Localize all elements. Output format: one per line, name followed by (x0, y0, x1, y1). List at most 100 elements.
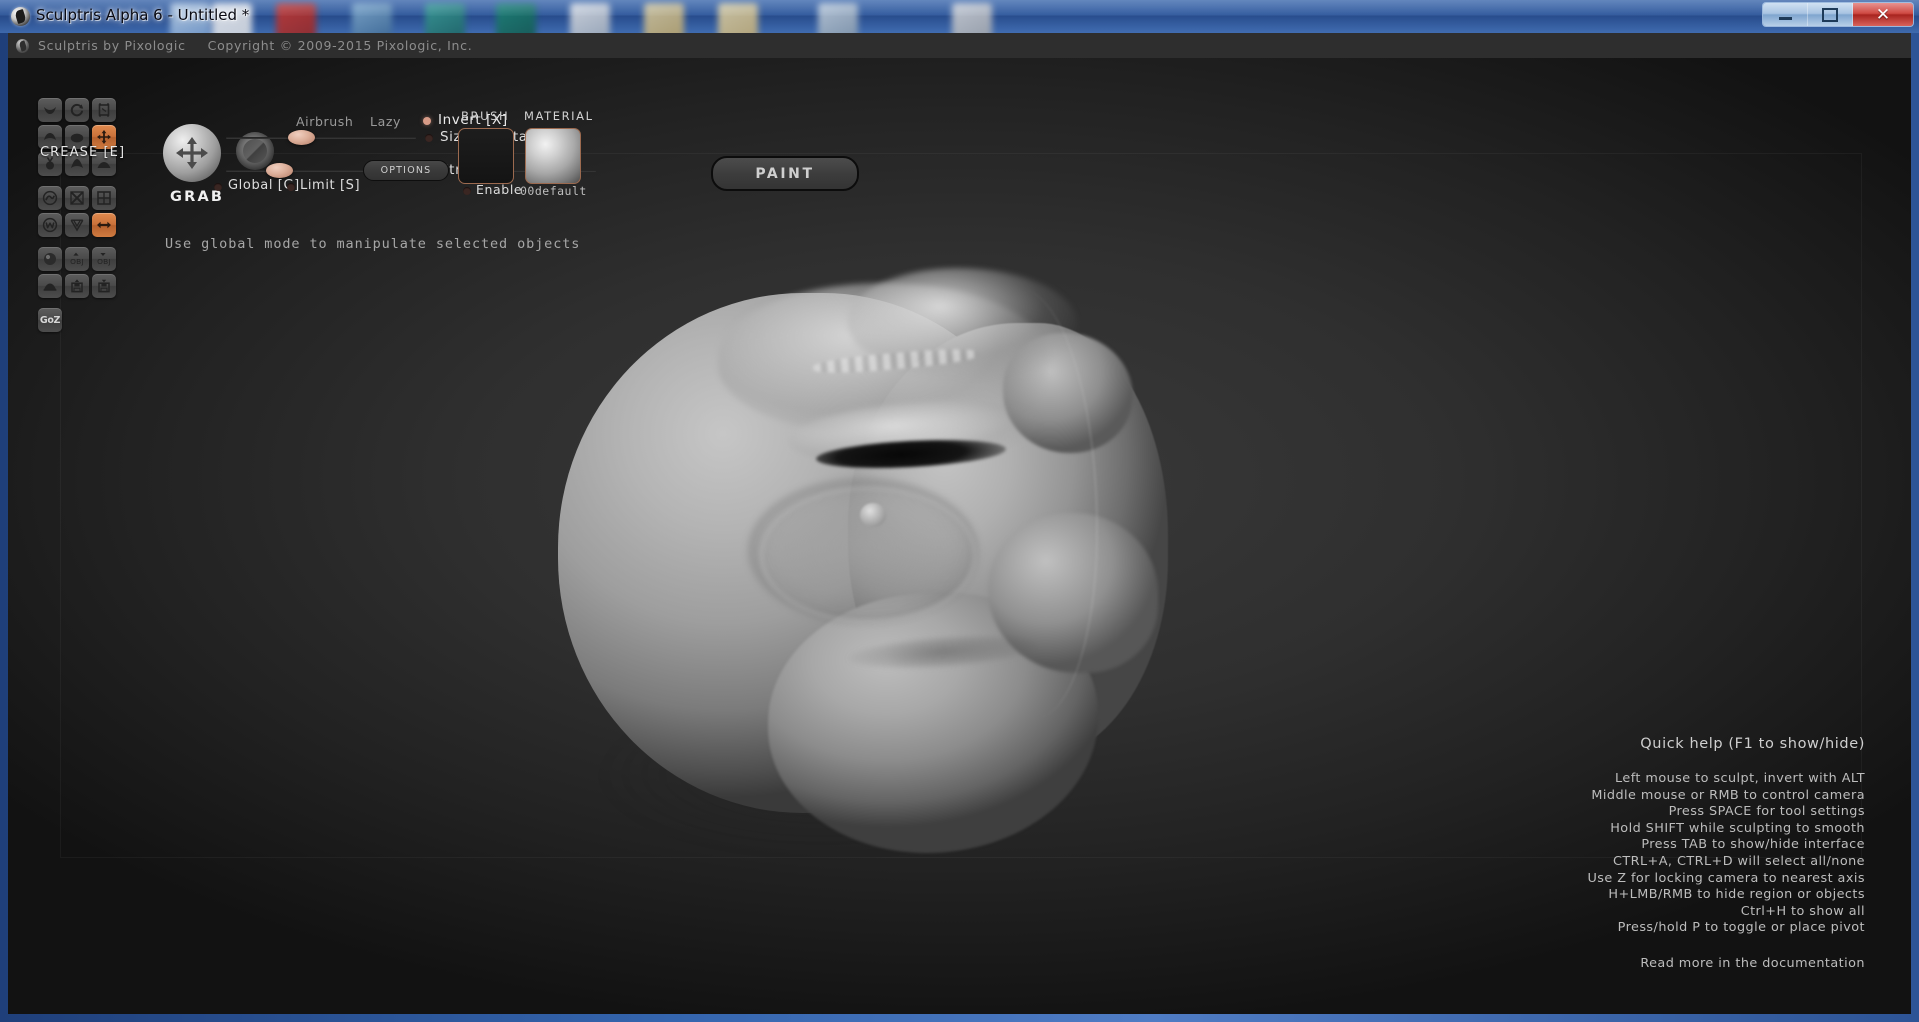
invert-toggle-radio[interactable] (423, 117, 431, 125)
minimize-icon (1778, 16, 1792, 20)
options-button[interactable]: OPTIONS (363, 160, 449, 181)
tool-reduce-button[interactable] (65, 213, 89, 237)
tool-subdivide-button[interactable] (92, 186, 116, 210)
material-panel-title: MATERIAL (524, 109, 594, 123)
tool-flatten-icon (70, 133, 84, 143)
window-title: Sculptris Alpha 6 - Untitled * (36, 6, 250, 24)
tool-row: GoZ (38, 308, 120, 332)
tool-save-icon (98, 279, 110, 293)
tool-delete-button[interactable] (65, 186, 89, 210)
tool-rotate-button[interactable] (65, 98, 89, 122)
tool-open-button[interactable] (65, 274, 89, 298)
strength-slider-knob[interactable] (266, 163, 293, 178)
close-button[interactable]: ✕ (1853, 3, 1913, 26)
limit-toggle-radio[interactable] (287, 183, 295, 191)
quick-help-line: Ctrl+H to show all (1740, 903, 1865, 919)
sculptris-mini-logo-icon (16, 38, 29, 53)
tool-scale-button[interactable] (92, 98, 116, 122)
ghosted-icon-8 (644, 3, 684, 33)
brush-swatch[interactable] (458, 128, 514, 184)
tool-delete-icon (70, 191, 84, 205)
ghosted-icon-10 (818, 3, 858, 33)
tool-export-obj-button[interactable]: OBJ (92, 247, 116, 271)
tool-symmetry-icon (97, 221, 111, 229)
brush-enable-label[interactable]: Enable (476, 182, 522, 197)
tool-wireframe-button[interactable] (38, 213, 62, 237)
quick-help-line: Press SPACE for tool settings (1668, 804, 1865, 820)
limit-toggle-label[interactable]: Limit [S] (300, 178, 360, 193)
tool-crease-button[interactable] (38, 125, 62, 149)
lazy-toggle-label[interactable]: Lazy (370, 114, 401, 129)
model-chin (768, 593, 1098, 853)
model-upper-lip (786, 394, 1040, 472)
tool-plane-icon (43, 283, 57, 291)
quick-help-line: Hold SHIFT while sculpting to smooth (1610, 820, 1865, 836)
minimize-button[interactable] (1763, 3, 1808, 26)
model-brow-secondary (848, 268, 1078, 378)
tool-mask-button[interactable] (38, 186, 62, 210)
global-toggle-radio[interactable] (214, 183, 222, 191)
close-icon: ✕ (1875, 4, 1891, 25)
tool-row (38, 186, 120, 210)
ghosted-icon-7 (570, 3, 610, 33)
svg-text:OBJ: OBJ (97, 257, 111, 266)
model-snout (848, 323, 1168, 763)
tool-sphere-button[interactable] (38, 247, 62, 271)
ghosted-icon-9 (718, 3, 758, 33)
tool-pinch-icon (46, 157, 54, 170)
application-body: Sculptris by Pixologic Copyright © 2009-… (8, 33, 1911, 1014)
tool-row (38, 274, 120, 298)
active-tool-button[interactable] (163, 124, 221, 182)
quick-help-line: Press TAB to show/hide interface (1641, 837, 1865, 853)
model-teeth-detail (812, 345, 979, 377)
maximize-button[interactable] (1808, 3, 1853, 26)
quick-help-line: CTRL+A, CTRL+D will select all/none (1612, 853, 1865, 869)
tool-plane-button[interactable] (38, 274, 62, 298)
size-slider-track[interactable] (226, 137, 416, 139)
window-controls: ✕ (1762, 2, 1914, 27)
quick-help-line: H+LMB/RMB to hide region or objects (1608, 887, 1865, 903)
goz-button[interactable]: GoZ (38, 308, 62, 332)
product-header: Sculptris by Pixologic Copyright © 2009-… (8, 33, 1911, 58)
tool-rotate-icon (70, 103, 84, 117)
material-swatch[interactable] (525, 128, 581, 184)
tool-flatten-button[interactable] (65, 125, 89, 149)
tool-reduce-icon (70, 219, 84, 232)
paint-mode-button[interactable]: PAINT (711, 156, 859, 191)
title-bar[interactable]: Sculptris Alpha 6 - Untitled * ✕ (0, 0, 1919, 33)
move-arrows-icon (176, 137, 208, 169)
tool-scale-icon (98, 103, 110, 117)
tool-symmetry-button[interactable] (92, 213, 116, 237)
sculptris-window: Sculptris Alpha 6 - Untitled * ✕ Sculptr… (0, 0, 1919, 1022)
size-toggle-radio[interactable] (425, 134, 433, 142)
tool-draw-button[interactable] (38, 98, 62, 122)
ghosted-icon-11 (952, 3, 992, 33)
tool-subdivide-icon (97, 191, 111, 205)
model-eye-highlight (860, 503, 886, 527)
tool-mask-icon (42, 190, 58, 206)
airbrush-toggle-label[interactable]: Airbrush (296, 114, 353, 129)
model-mouth-slit (815, 436, 1007, 472)
size-slider-knob[interactable] (288, 130, 315, 145)
brush-enable-radio[interactable] (463, 187, 471, 195)
maximize-icon (1822, 7, 1838, 22)
viewport-3d[interactable]: OBJ OBJ GoZ CREASE [E] GRAB Airbrush Laz… (8, 58, 1911, 1014)
tool-open-icon (71, 279, 83, 293)
tool-import-obj-button[interactable]: OBJ (65, 247, 89, 271)
quick-help-line: Press/hold P to toggle or place pivot (1617, 920, 1865, 936)
model-ridge (956, 288, 1098, 718)
tool-grab-button[interactable] (92, 125, 116, 149)
ghosted-desktop-icons (0, 0, 1919, 33)
tool-pinch-button[interactable] (38, 152, 62, 176)
tool-smooth-icon (97, 162, 111, 168)
tool-row (38, 152, 120, 176)
ghosted-icon-4 (352, 3, 392, 33)
tool-inflate-button[interactable] (65, 152, 89, 176)
tool-palette: OBJ OBJ GoZ (38, 98, 120, 335)
brush-panel-title: BRUSH (461, 109, 510, 123)
tool-smooth-button[interactable] (92, 152, 116, 176)
quick-help-lines: Left mouse to sculpt, invert with ALT Mid… (1587, 771, 1865, 937)
tool-import-obj-icon: OBJ (70, 252, 84, 266)
tool-save-button[interactable] (92, 274, 116, 298)
tool-inflate-icon (71, 159, 83, 168)
